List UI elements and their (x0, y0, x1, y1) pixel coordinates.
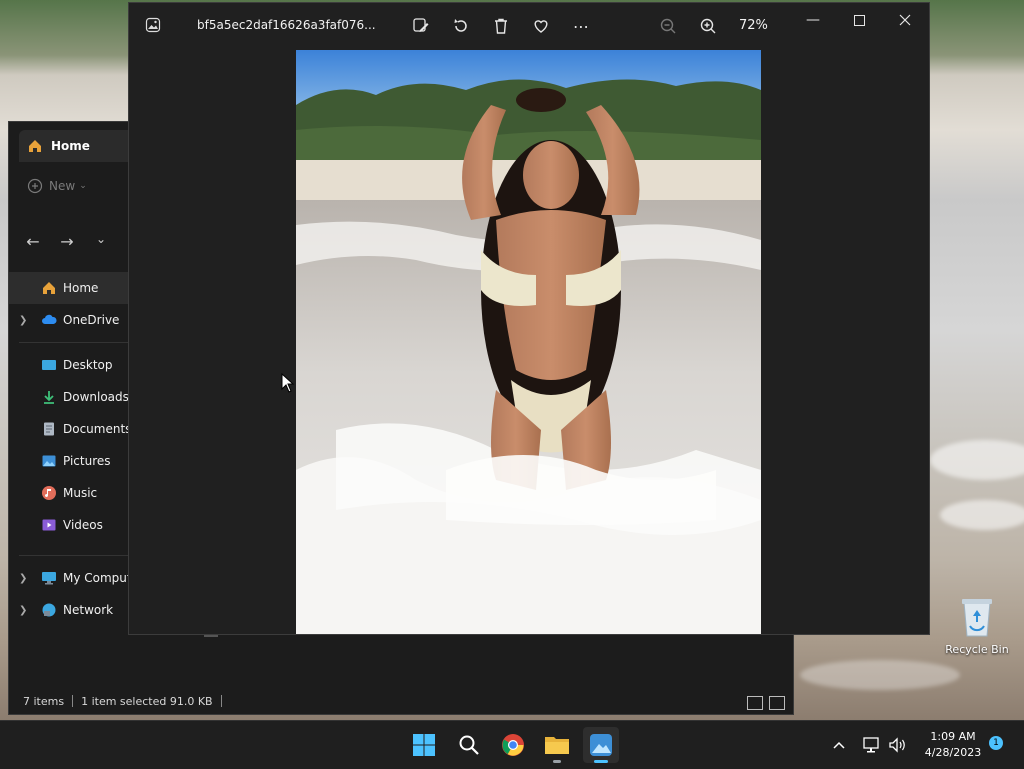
search-button[interactable] (451, 727, 487, 763)
nav-item-label: Pictures (63, 454, 111, 468)
trash-icon[interactable] (491, 16, 511, 36)
nav-item-label: Network (63, 603, 114, 617)
more-icon[interactable]: ⋯ (571, 16, 591, 36)
music-icon (42, 486, 56, 500)
folder-icon (545, 737, 569, 754)
desktop-wallpaper-foam (930, 440, 1024, 480)
forward-arrow-icon[interactable]: → (55, 232, 79, 251)
item-count: 7 items (23, 694, 65, 708)
edit-image-icon[interactable] (411, 16, 431, 36)
zoom-out-icon[interactable] (658, 16, 678, 36)
recycle-bin-label: Recycle Bin (945, 643, 1009, 656)
plus-circle-icon (27, 178, 43, 194)
explorer-tab-label: Home (51, 139, 90, 153)
nav-item-label: Videos (63, 518, 103, 532)
selection-info: 1 item selected 91.0 KB (81, 694, 213, 708)
desktop-wallpaper-foam (800, 660, 960, 690)
recent-locations-chevron-icon[interactable]: ⌄ (89, 232, 113, 251)
show-hidden-icons-chevron-icon[interactable] (832, 721, 846, 769)
close-button[interactable] (891, 11, 919, 29)
picture-icon (42, 455, 56, 467)
windows-logo-icon (413, 734, 435, 756)
computer-icon (42, 572, 56, 585)
expand-chevron-icon[interactable]: ❯ (19, 605, 27, 616)
status-bar: 7 items 1 item selected 91.0 KB (23, 692, 230, 710)
new-button[interactable]: New ⌄ (27, 178, 87, 194)
heart-icon[interactable] (531, 16, 551, 36)
nav-item-label: Desktop (63, 358, 113, 372)
start-button[interactable] (406, 727, 442, 763)
nav-item-label: Downloads (63, 390, 129, 404)
nav-item-label: Documents (63, 422, 132, 436)
photos-viewer-window[interactable]: bf5a5ec2daf16626a3faf076... ⋯ 72% — (128, 2, 930, 635)
mouse-cursor-icon (281, 373, 295, 393)
maximize-button[interactable] (845, 11, 873, 29)
zoom-in-icon[interactable] (698, 16, 718, 36)
recycle-bin-icon (962, 599, 992, 637)
expand-chevron-icon[interactable]: ❯ (19, 315, 27, 326)
taskbar: 1:09 AM 4/28/2023 (0, 720, 1024, 769)
status-divider (220, 695, 222, 707)
photos-icon (590, 734, 612, 756)
viewer-titlebar[interactable]: bf5a5ec2daf16626a3faf076... ⋯ 72% — (129, 3, 929, 49)
video-icon (42, 519, 56, 531)
running-indicator (553, 760, 561, 763)
network-icon (42, 603, 56, 617)
chrome-icon (502, 734, 524, 756)
clock-date: 4/28/2023 (924, 746, 982, 759)
tiles-view-icon[interactable] (769, 696, 785, 710)
network-status-icon[interactable] (862, 721, 882, 769)
home-icon (43, 282, 55, 294)
notification-badge[interactable]: 1 (989, 736, 1003, 750)
desktop-wallpaper-foam (940, 500, 1024, 530)
active-indicator (594, 760, 608, 763)
chevron-down-icon: ⌄ (79, 181, 87, 191)
displayed-photo[interactable] (296, 50, 761, 634)
back-arrow-icon[interactable]: ← (21, 232, 45, 251)
document-icon (44, 422, 54, 436)
minimize-button[interactable]: — (799, 11, 827, 29)
home-icon (29, 140, 41, 152)
rotate-icon[interactable] (451, 16, 471, 36)
nav-item-label: Home (63, 281, 99, 295)
nav-item-label: Music (63, 486, 98, 500)
taskbar-chrome[interactable] (495, 727, 531, 763)
nav-item-label: My Comput (63, 571, 132, 585)
desktop-icon (42, 360, 56, 370)
status-divider (72, 695, 74, 707)
volume-icon[interactable] (888, 721, 908, 769)
new-button-label: New (49, 179, 76, 193)
search-icon (459, 735, 479, 755)
download-icon (44, 391, 54, 404)
photos-icon (145, 17, 161, 33)
image-filename: bf5a5ec2daf16626a3faf076... (197, 18, 376, 32)
view-toggle (747, 696, 785, 710)
clock-time: 1:09 AM (930, 730, 976, 743)
taskbar-file-explorer[interactable] (539, 727, 575, 763)
expand-chevron-icon[interactable]: ❯ (19, 573, 27, 584)
taskbar-photos[interactable] (583, 727, 619, 763)
nav-item-label: OneDrive (63, 313, 120, 327)
zoom-level[interactable]: 72% (739, 18, 768, 33)
recycle-bin-desktop-icon[interactable]: Recycle Bin (940, 596, 1014, 656)
details-view-icon[interactable] (747, 696, 763, 710)
cloud-icon (42, 314, 57, 324)
system-clock[interactable]: 1:09 AM 4/28/2023 (918, 729, 988, 761)
